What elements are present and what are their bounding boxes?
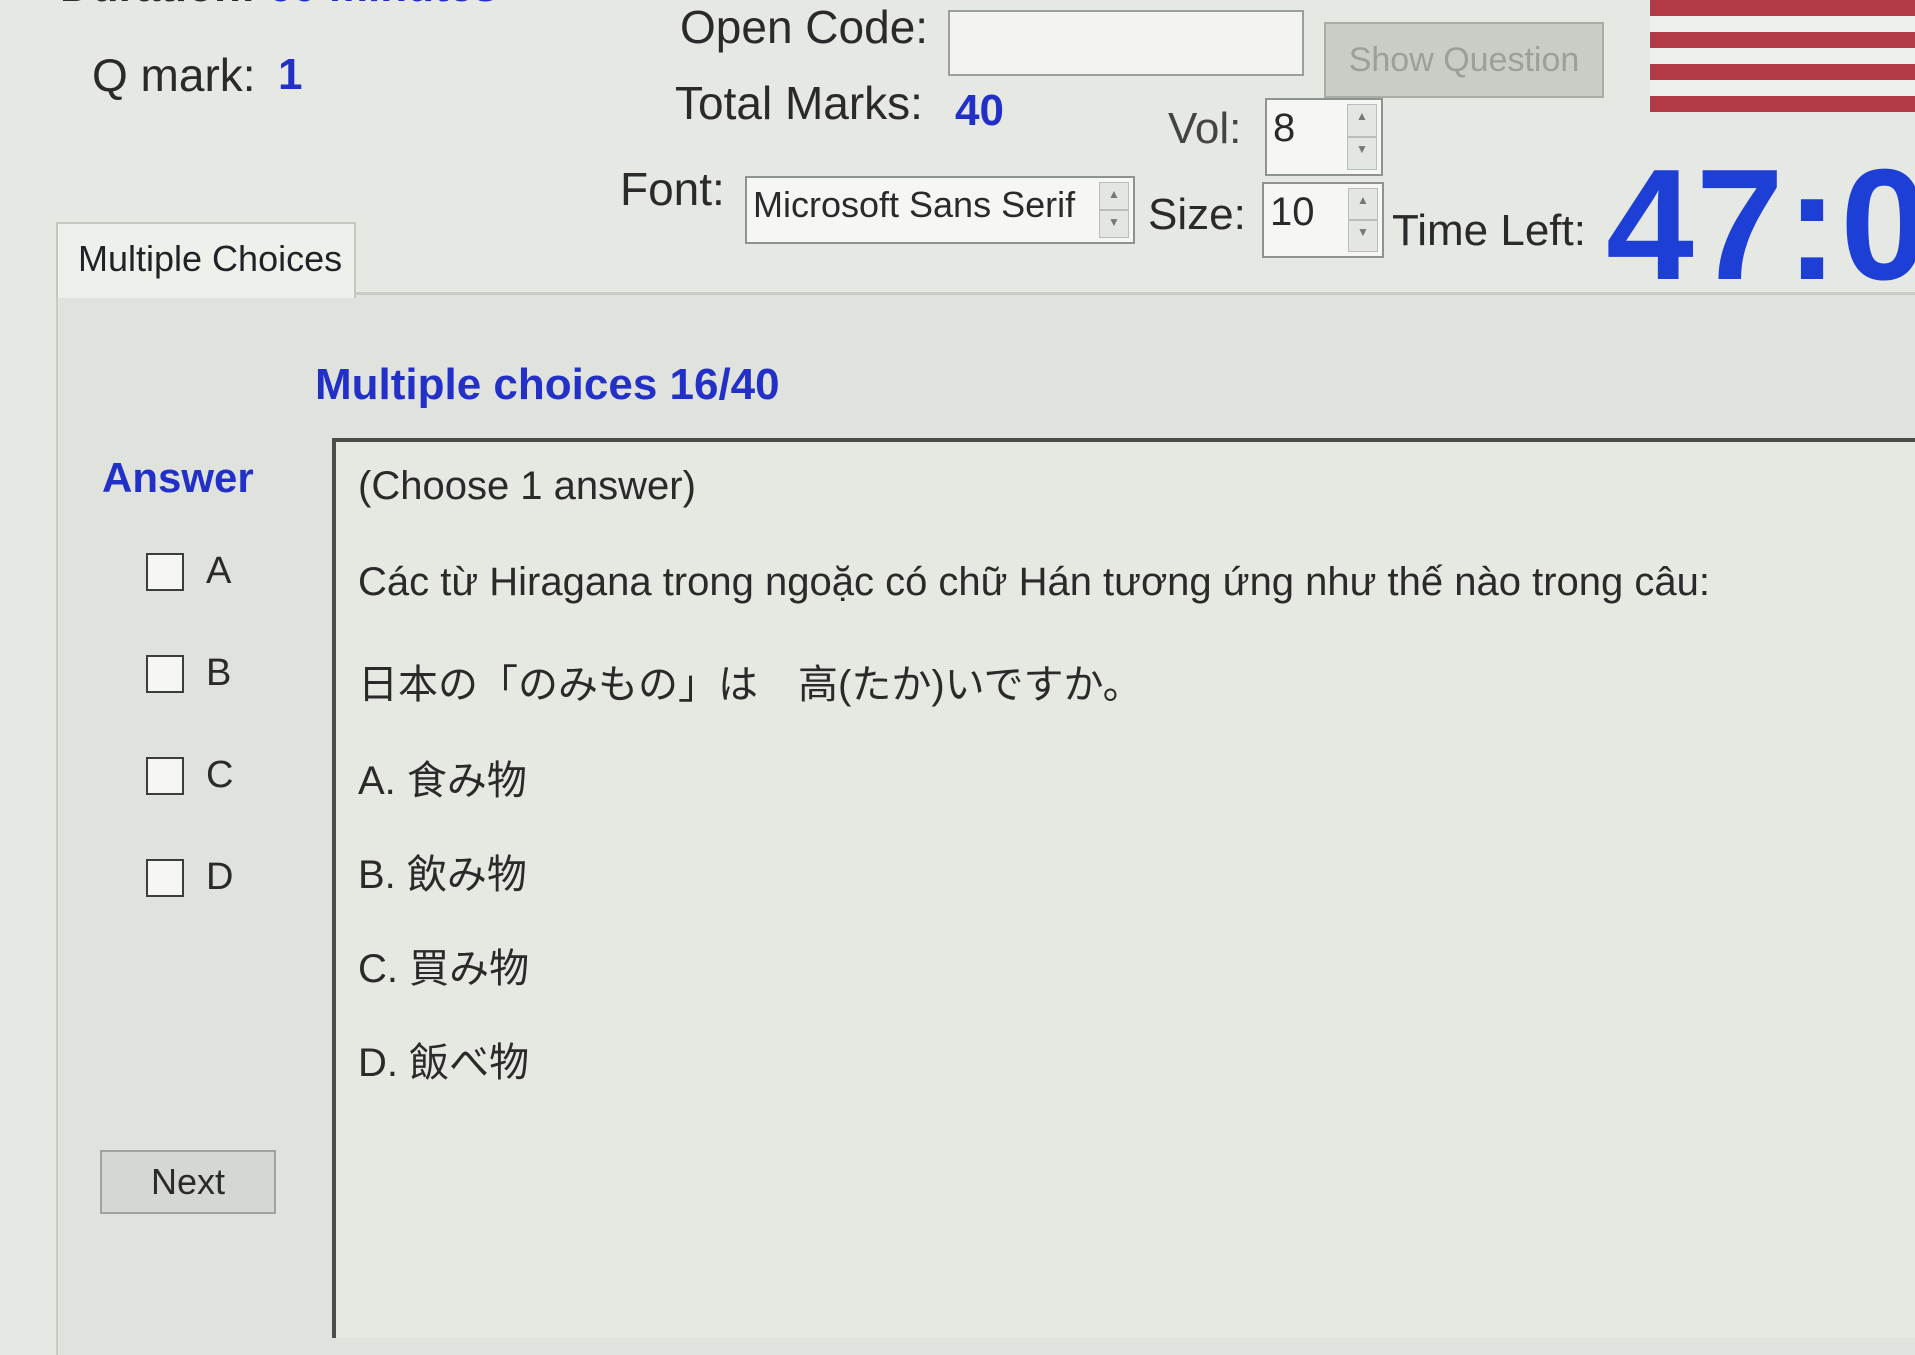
size-stepper[interactable]: 10 ▲ ▼: [1262, 182, 1384, 258]
font-up-icon[interactable]: ▲: [1099, 182, 1129, 210]
next-button[interactable]: Next: [100, 1150, 276, 1214]
size-up-icon[interactable]: ▲: [1348, 188, 1378, 220]
question-option-d: D. 飯べ物: [358, 1041, 530, 1085]
duration-value: 60 minutes: [268, 0, 498, 11]
size-label: Size:: [1148, 190, 1246, 239]
question-prompt: Các từ Hiragana trong ngoặc có chữ Hán t…: [358, 560, 1711, 604]
vol-label: Vol:: [1168, 104, 1242, 153]
font-down-icon[interactable]: ▼: [1099, 210, 1129, 238]
time-left-value: 47:0: [1606, 137, 1915, 313]
font-label: Font:: [620, 163, 725, 215]
answer-option-c[interactable]: C: [146, 754, 233, 797]
vol-value: 8: [1273, 106, 1296, 150]
vol-down-icon[interactable]: ▼: [1347, 137, 1377, 170]
answer-option-label: A: [206, 550, 232, 592]
answer-option-d[interactable]: D: [146, 856, 233, 899]
question-option-b: B. 飲み物: [358, 853, 527, 897]
answer-option-b[interactable]: B: [146, 652, 231, 695]
duration-label: Duration:: [60, 0, 256, 11]
open-code-input[interactable]: [948, 10, 1304, 76]
question-instruction: (Choose 1 answer): [358, 464, 696, 508]
checkbox[interactable]: [146, 858, 184, 897]
total-marks-value: 40: [955, 86, 1004, 135]
checkbox[interactable]: [146, 756, 184, 795]
open-code-label: Open Code:: [680, 1, 929, 53]
answer-option-label: D: [206, 856, 234, 898]
vol-stepper[interactable]: 8 ▲ ▼: [1265, 98, 1383, 176]
answer-heading: Answer: [102, 454, 254, 501]
answer-option-label: C: [206, 754, 234, 796]
checkbox[interactable]: [146, 654, 184, 693]
q-mark-label: Q mark:: [92, 49, 256, 101]
size-down-icon[interactable]: ▼: [1348, 220, 1378, 252]
question-option-c: C. 買み物: [358, 947, 530, 991]
font-select[interactable]: Microsoft Sans Serif ▲ ▼: [745, 176, 1135, 244]
show-question-button[interactable]: Show Question: [1324, 22, 1604, 98]
answer-option-a[interactable]: A: [146, 550, 231, 593]
question-sentence: 日本の「のみもの」は 高(たか)いですか。: [358, 663, 1143, 707]
duration-text: Duration: 60 minutes: [60, 0, 498, 12]
tab-multiple-choices[interactable]: Multiple Choices: [56, 222, 356, 298]
question-option-a: A. 食み物: [358, 759, 527, 803]
font-value: Microsoft Sans Serif: [753, 184, 1076, 225]
question-counter-heading: Multiple choices 16/40: [315, 360, 780, 409]
vol-up-icon[interactable]: ▲: [1347, 104, 1377, 137]
question-content: (Choose 1 answer) Các từ Hiragana trong …: [332, 438, 1915, 1338]
checkbox[interactable]: [146, 552, 184, 591]
time-left-label: Time Left:: [1392, 206, 1586, 255]
total-marks-label: Total Marks:: [675, 77, 923, 129]
q-mark-value: 1: [278, 50, 303, 99]
flag-icon: [1650, 0, 1915, 112]
answer-option-label: B: [206, 652, 232, 694]
size-value: 10: [1270, 190, 1315, 234]
